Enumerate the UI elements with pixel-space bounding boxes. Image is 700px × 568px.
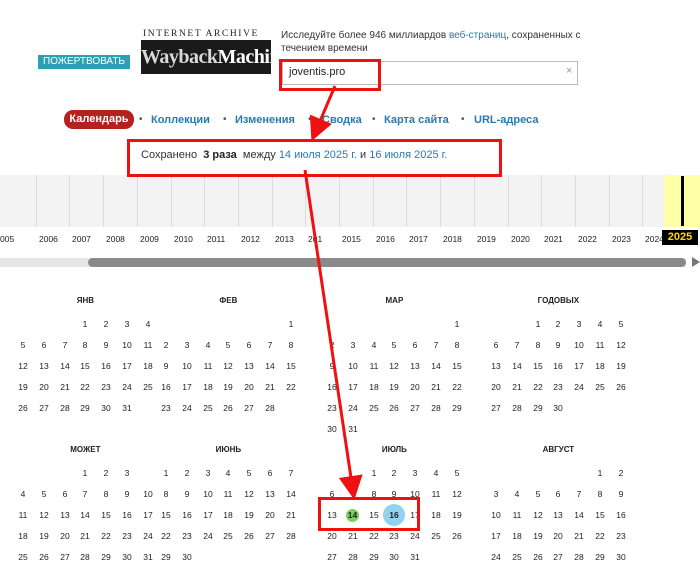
- annotation-arrow: [309, 85, 337, 142]
- annotation-arrow: [303, 169, 363, 500]
- annotation-arrows: [303, 85, 363, 500]
